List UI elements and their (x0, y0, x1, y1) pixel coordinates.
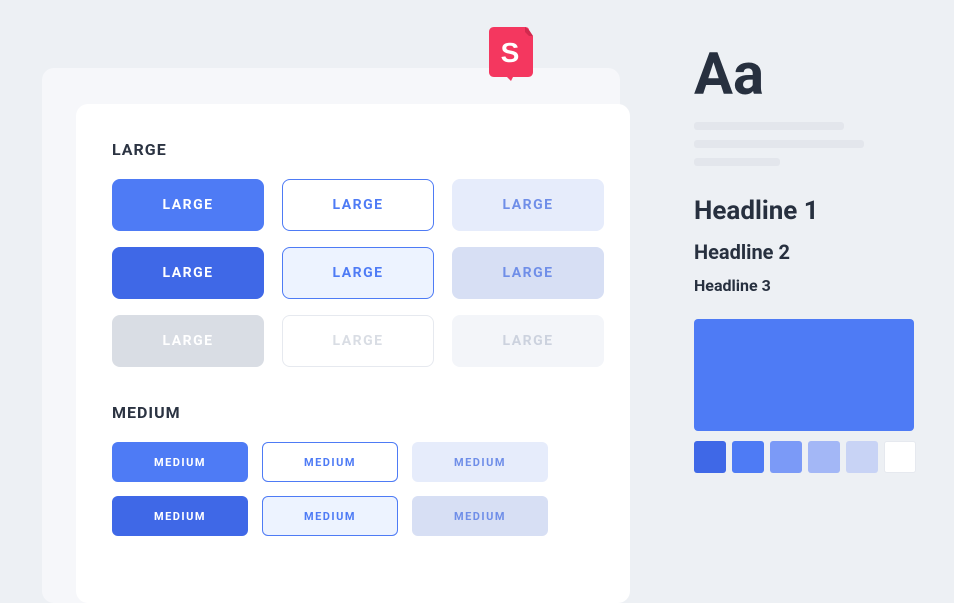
medium-button-grid: MEDIUM MEDIUM MEDIUM MEDIUM MEDIUM MEDIU… (112, 442, 594, 536)
color-swatch[interactable] (846, 441, 878, 473)
medium-button-solid-hover[interactable]: MEDIUM (112, 496, 248, 536)
large-button-light-disabled: LARGE (452, 315, 604, 367)
headline-2: Headline 2 (694, 240, 924, 264)
headline-1: Headline 1 (694, 196, 924, 226)
section-title-medium: MEDIUM (112, 403, 594, 422)
color-swatch[interactable] (884, 441, 916, 473)
color-swatch[interactable] (694, 441, 726, 473)
skeleton-line (694, 158, 780, 166)
large-button-outline-disabled: LARGE (282, 315, 434, 367)
large-button-light[interactable]: LARGE (452, 179, 604, 231)
svg-text:S: S (501, 37, 520, 68)
headline-3: Headline 3 (694, 276, 924, 295)
medium-button-outline-hover[interactable]: MEDIUM (262, 496, 398, 536)
color-swatch[interactable] (770, 441, 802, 473)
large-button-grid: LARGE LARGE LARGE LARGE LARGE LARGE LARG… (112, 179, 594, 367)
large-button-outline-hover[interactable]: LARGE (282, 247, 434, 299)
skeleton-line (694, 122, 844, 130)
large-button-solid-hover[interactable]: LARGE (112, 247, 264, 299)
section-title-large: LARGE (112, 140, 594, 159)
medium-button-light[interactable]: MEDIUM (412, 442, 548, 482)
type-sample: Aa (694, 46, 924, 104)
large-button-outline[interactable]: LARGE (282, 179, 434, 231)
medium-button-solid[interactable]: MEDIUM (112, 442, 248, 482)
skeleton-line (694, 140, 864, 148)
color-swatch-primary (694, 319, 914, 431)
large-button-light-hover[interactable]: LARGE (452, 247, 604, 299)
color-swatch[interactable] (808, 441, 840, 473)
medium-button-outline[interactable]: MEDIUM (262, 442, 398, 482)
large-button-solid[interactable]: LARGE (112, 179, 264, 231)
app-badge-icon: S (485, 26, 537, 82)
medium-button-light-hover[interactable]: MEDIUM (412, 496, 548, 536)
typography-panel: Aa Headline 1 Headline 2 Headline 3 (694, 46, 924, 473)
color-swatch-row (694, 441, 924, 473)
color-swatch[interactable] (732, 441, 764, 473)
large-button-solid-disabled: LARGE (112, 315, 264, 367)
buttons-card: LARGE LARGE LARGE LARGE LARGE LARGE LARG… (76, 104, 630, 603)
